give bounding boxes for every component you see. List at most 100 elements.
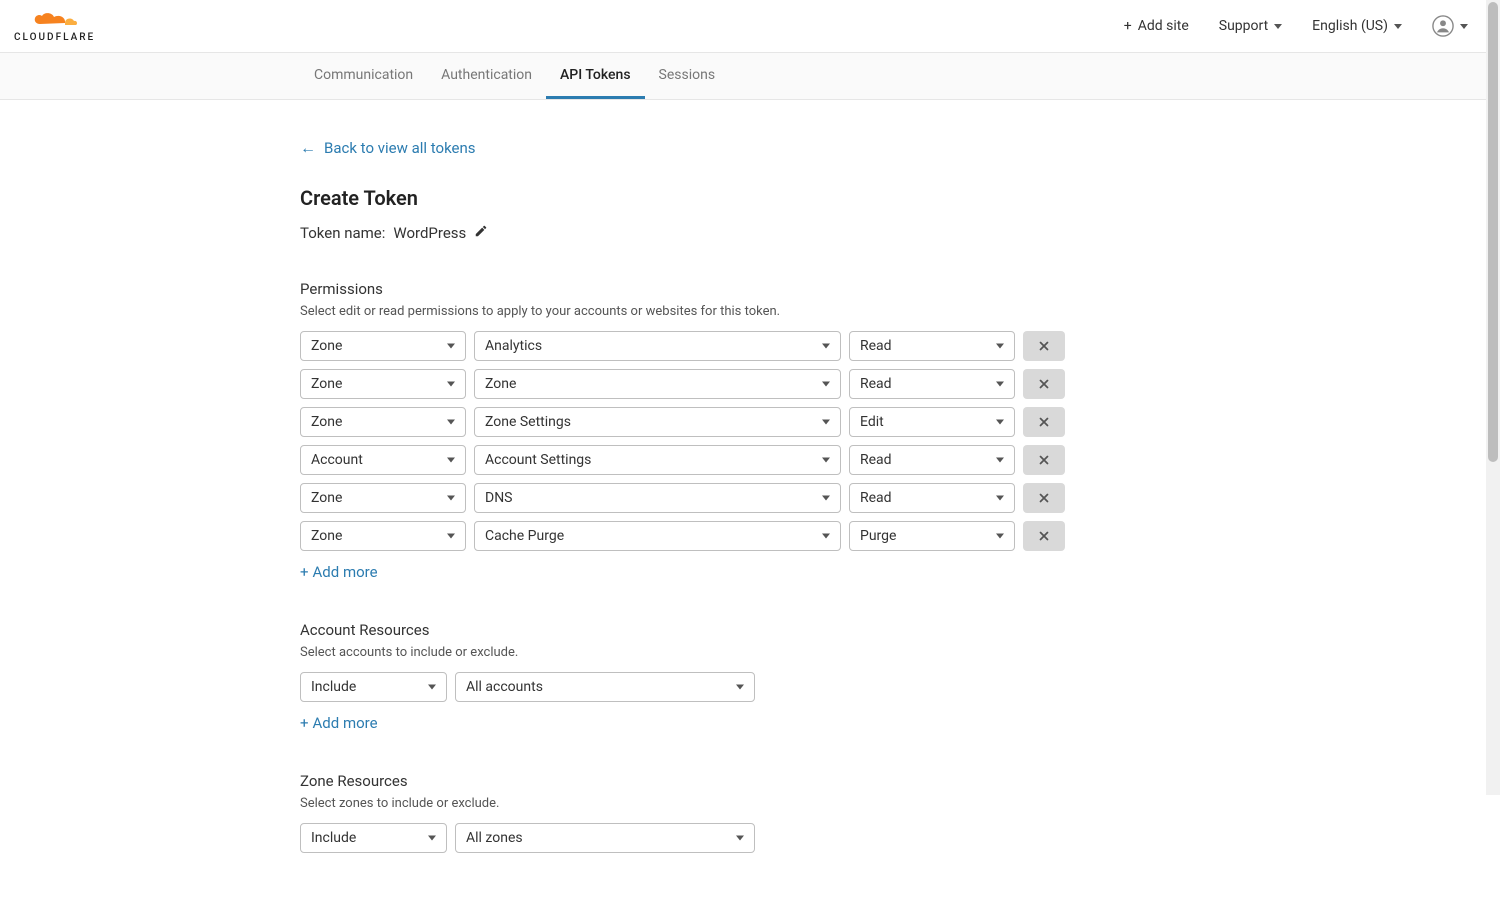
- select-value: Zone: [311, 376, 342, 392]
- scope-select[interactable]: Zone: [300, 521, 466, 551]
- scope-select[interactable]: Zone: [300, 483, 466, 513]
- zone-target-select[interactable]: All zones: [455, 823, 755, 853]
- plus-icon: +: [300, 714, 309, 732]
- select-value: Zone: [485, 376, 516, 392]
- back-link-label: Back to view all tokens: [324, 139, 476, 157]
- select-value: All zones: [466, 830, 523, 846]
- page-title: Create Token: [300, 186, 1180, 210]
- account-target-select[interactable]: All accounts: [455, 672, 755, 702]
- support-dropdown[interactable]: Support: [1219, 18, 1282, 34]
- select-value: Include: [311, 679, 356, 695]
- back-link[interactable]: ← Back to view all tokens: [300, 138, 476, 158]
- resource-select[interactable]: Cache Purge: [474, 521, 841, 551]
- include-select[interactable]: Include: [300, 823, 447, 853]
- access-select[interactable]: Read: [849, 483, 1015, 513]
- access-select[interactable]: Purge: [849, 521, 1015, 551]
- add-more-label: Add more: [313, 714, 378, 732]
- tab-label: Authentication: [441, 67, 532, 83]
- remove-button[interactable]: [1023, 407, 1065, 437]
- select-value: Include: [311, 830, 356, 846]
- tab-api-tokens[interactable]: API Tokens: [546, 53, 645, 99]
- language-label: English (US): [1312, 18, 1388, 34]
- resource-select[interactable]: Account Settings: [474, 445, 841, 475]
- select-value: Cache Purge: [485, 528, 564, 544]
- chevron-down-icon: [447, 496, 455, 501]
- tab-authentication[interactable]: Authentication: [427, 53, 546, 99]
- select-value: Edit: [860, 414, 884, 430]
- remove-button[interactable]: [1023, 369, 1065, 399]
- zone-resources-row: Include All zones: [300, 823, 1180, 853]
- select-value: Zone: [311, 338, 342, 354]
- remove-button[interactable]: [1023, 521, 1065, 551]
- cloudflare-logo[interactable]: CLOUDFLARE: [14, 10, 95, 43]
- scope-select[interactable]: Zone: [300, 407, 466, 437]
- account-resources-section: Account Resources Select accounts to inc…: [300, 621, 1180, 762]
- support-label: Support: [1219, 18, 1268, 34]
- select-value: Read: [860, 376, 892, 392]
- tab-label: Communication: [314, 67, 413, 83]
- select-value: Zone: [311, 414, 342, 430]
- main-content: ← Back to view all tokens Create Token T…: [0, 100, 1180, 903]
- zone-resources-title: Zone Resources: [300, 772, 1180, 790]
- access-select[interactable]: Edit: [849, 407, 1015, 437]
- add-more-account-resources[interactable]: + Add more: [300, 714, 378, 732]
- brand-text: CLOUDFLARE: [14, 32, 95, 43]
- chevron-down-icon: [996, 458, 1004, 463]
- token-name-row: Token name: WordPress: [300, 224, 1180, 242]
- chevron-down-icon: [822, 420, 830, 425]
- permissions-title: Permissions: [300, 280, 1180, 298]
- scope-select[interactable]: Zone: [300, 369, 466, 399]
- chevron-down-icon: [996, 496, 1004, 501]
- remove-button[interactable]: [1023, 331, 1065, 361]
- add-more-label: Add more: [313, 563, 378, 581]
- select-value: Purge: [860, 528, 896, 544]
- select-value: Zone: [311, 490, 342, 506]
- remove-button[interactable]: [1023, 445, 1065, 475]
- chevron-down-icon: [996, 420, 1004, 425]
- access-select[interactable]: Read: [849, 445, 1015, 475]
- account-resources-subtitle: Select accounts to include or exclude.: [300, 645, 1180, 660]
- resource-select[interactable]: Analytics: [474, 331, 841, 361]
- permission-row: Zone Cache Purge Purge: [300, 521, 1180, 551]
- zone-resources-subtitle: Select zones to include or exclude.: [300, 796, 1180, 811]
- subnav-tabs: Communication Authentication API Tokens …: [0, 53, 1500, 100]
- chevron-down-icon: [822, 534, 830, 539]
- access-select[interactable]: Read: [849, 331, 1015, 361]
- chevron-down-icon: [822, 496, 830, 501]
- access-select[interactable]: Read: [849, 369, 1015, 399]
- plus-icon: +: [300, 563, 309, 581]
- select-value: Account Settings: [485, 452, 591, 468]
- chevron-down-icon: [1460, 24, 1468, 29]
- remove-button[interactable]: [1023, 483, 1065, 513]
- scope-select[interactable]: Zone: [300, 331, 466, 361]
- language-dropdown[interactable]: English (US): [1312, 18, 1402, 34]
- permission-row: Zone Zone Settings Edit: [300, 407, 1180, 437]
- resource-select[interactable]: DNS: [474, 483, 841, 513]
- resource-select[interactable]: Zone: [474, 369, 841, 399]
- scope-select[interactable]: Account: [300, 445, 466, 475]
- add-site-button[interactable]: + Add site: [1124, 18, 1189, 34]
- tab-sessions[interactable]: Sessions: [645, 53, 730, 99]
- permissions-subtitle: Select edit or read permissions to apply…: [300, 304, 1180, 319]
- chevron-down-icon: [822, 344, 830, 349]
- add-more-permissions[interactable]: + Add more: [300, 563, 378, 581]
- chevron-down-icon: [736, 836, 744, 841]
- tab-label: Sessions: [659, 67, 716, 83]
- scrollbar-track: [1486, 0, 1500, 795]
- resource-select[interactable]: Zone Settings: [474, 407, 841, 437]
- select-value: Read: [860, 490, 892, 506]
- include-select[interactable]: Include: [300, 672, 447, 702]
- chevron-down-icon: [447, 344, 455, 349]
- permission-row: Zone Analytics Read: [300, 331, 1180, 361]
- close-icon: [1037, 415, 1051, 429]
- tab-communication[interactable]: Communication: [300, 53, 427, 99]
- scrollbar-thumb[interactable]: [1488, 2, 1498, 462]
- tab-label: API Tokens: [560, 67, 631, 83]
- user-menu[interactable]: [1432, 15, 1468, 37]
- select-value: Read: [860, 338, 892, 354]
- add-site-label: Add site: [1138, 18, 1189, 34]
- close-icon: [1037, 339, 1051, 353]
- close-icon: [1037, 491, 1051, 505]
- user-icon: [1432, 15, 1454, 37]
- edit-icon[interactable]: [474, 224, 488, 242]
